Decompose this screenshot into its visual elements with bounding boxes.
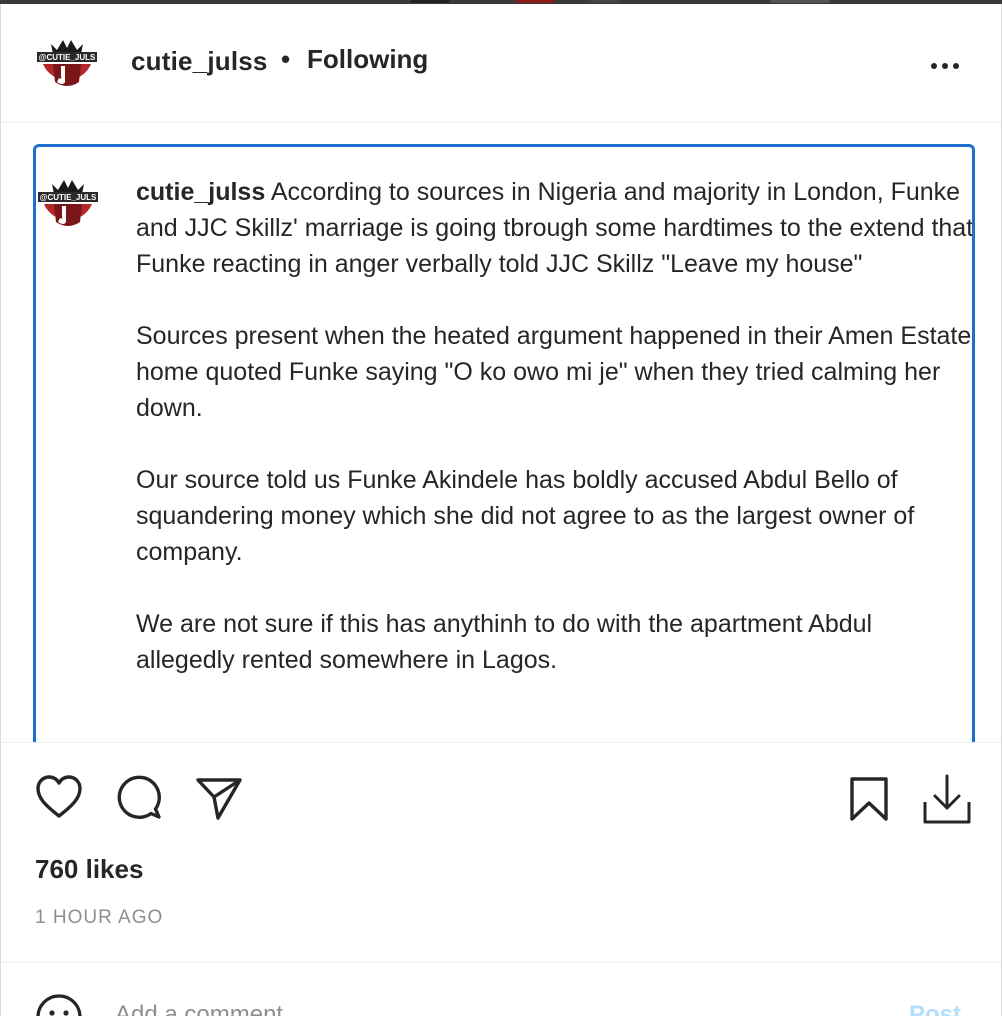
comment-button[interactable] (115, 774, 163, 822)
more-dot-icon (931, 63, 937, 69)
share-button[interactable] (195, 776, 243, 822)
comment-bubble-icon (117, 775, 161, 819)
svg-text:@CUTIE_JULS: @CUTIE_JULS (39, 53, 96, 62)
post-comment-button[interactable]: Post (909, 1001, 961, 1016)
post-timestamp: 1 HOUR AGO (35, 907, 164, 928)
comment-input[interactable] (115, 1001, 875, 1016)
more-options-button[interactable] (925, 46, 965, 86)
caption-username[interactable]: cutie_julss (136, 178, 265, 206)
caption-avatar[interactable]: @CUTIE_JULS (36, 170, 100, 234)
comment-box: Post (1, 962, 1001, 1016)
separator-bullet: • (281, 44, 291, 74)
post-header: @CUTIE_JULS cutie_julss • Following (1, 4, 1001, 123)
save-button[interactable] (849, 776, 889, 822)
bookmark-icon (850, 777, 888, 821)
post-author-username[interactable]: cutie_julss (131, 46, 268, 77)
caption-text: cutie_julss According to sources in Nige… (136, 174, 972, 678)
likes-count[interactable]: 760 likes (35, 854, 143, 885)
download-button[interactable] (921, 772, 973, 826)
emoji-button[interactable] (35, 993, 83, 1016)
more-dot-icon (942, 63, 948, 69)
heart-icon (36, 775, 82, 818)
caption-paragraph: cutie_julss According to sources in Nige… (136, 174, 972, 282)
caption-paragraph: Our source told us Funke Akindele has bo… (136, 466, 915, 566)
avatar[interactable]: @CUTIE_JULS (35, 30, 99, 94)
section-divider (1, 742, 1001, 743)
download-icon (923, 774, 971, 824)
emoji-smiley-icon (36, 994, 82, 1016)
caption-scroll-area[interactable]: @CUTIE_JULS cutie_julss According to sou… (33, 144, 975, 742)
post-panel: @CUTIE_JULS cutie_julss • Following @CUT… (0, 4, 1002, 1016)
caption-paragraph: Sources present when the heated argument… (136, 322, 972, 422)
like-button[interactable] (35, 774, 83, 820)
caption-paragraph: We are not sure if this has anythinh to … (136, 610, 873, 674)
svg-text:@CUTIE_JULS: @CUTIE_JULS (40, 193, 97, 202)
following-button[interactable]: Following (307, 44, 428, 75)
paper-plane-icon (196, 778, 242, 820)
more-dot-icon (953, 63, 959, 69)
